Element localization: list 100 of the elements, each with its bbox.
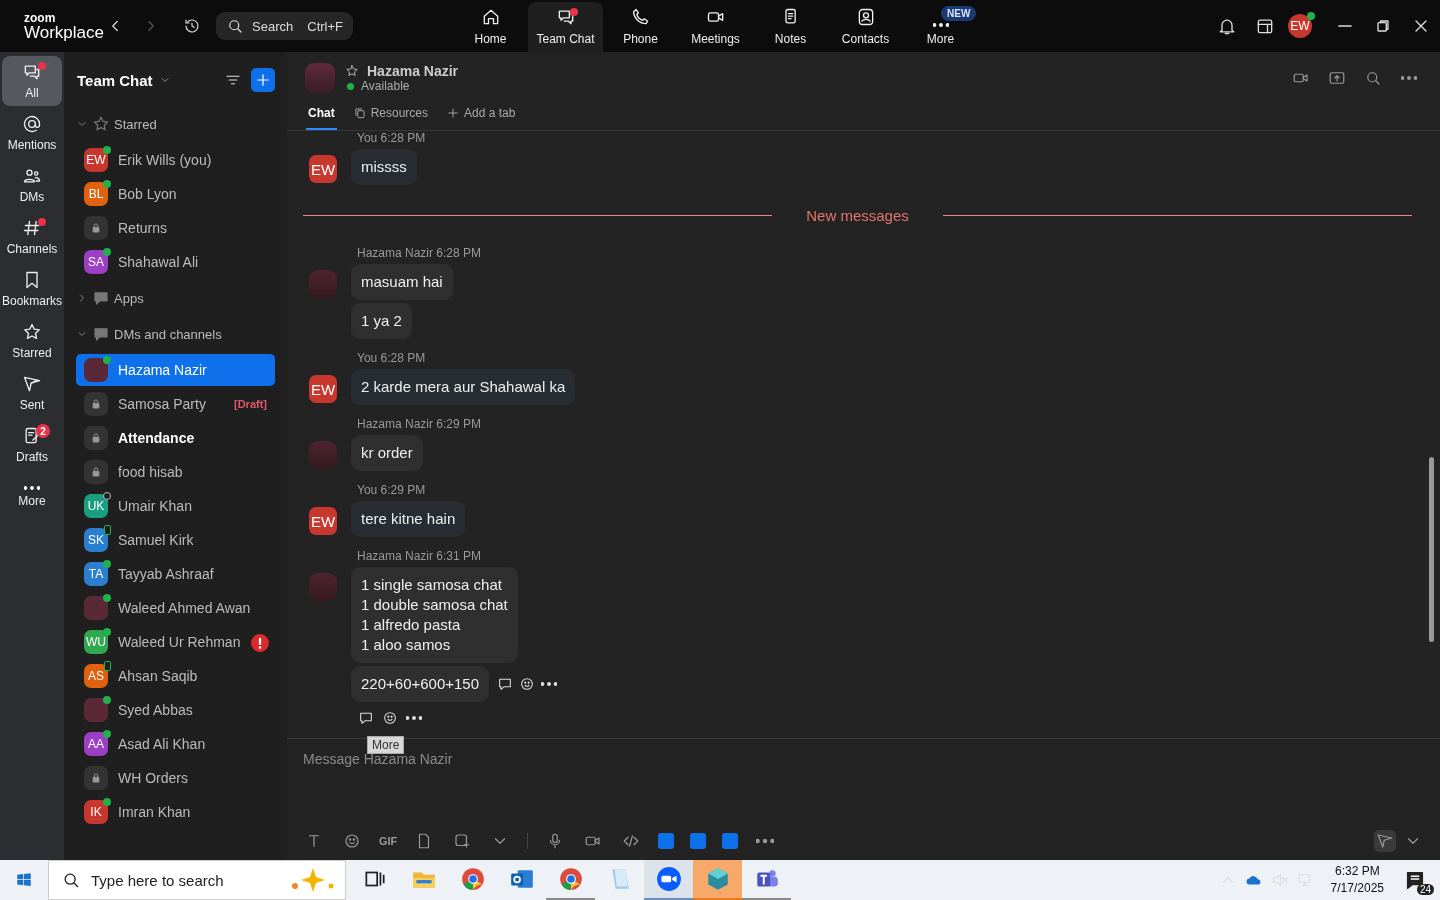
nav-tab[interactable]: NEW More (903, 2, 978, 52)
gif-button[interactable]: GIF (379, 835, 398, 847)
scrollbar-thumb[interactable] (1429, 457, 1434, 642)
minimize-icon (1338, 25, 1352, 27)
avatar: EW (309, 375, 337, 403)
clock-date: 7/17/2025 (1330, 880, 1384, 897)
conversation-item[interactable]: UK Umair Khan (76, 490, 275, 522)
rail-item[interactable]: Sent (2, 368, 62, 418)
conversation-item[interactable]: IK Imran Khan (76, 796, 275, 828)
speech-bubble-icon (92, 325, 110, 343)
rail-item[interactable]: More (2, 472, 62, 522)
photo-placeholder (309, 573, 337, 601)
nav-tab[interactable]: Team Chat (528, 2, 603, 52)
count-badge: 2 (36, 424, 50, 438)
nav-tab[interactable]: Home (453, 2, 528, 52)
section-header[interactable]: DMs and channels (76, 316, 275, 352)
photo-placeholder (305, 63, 335, 93)
react-button[interactable] (519, 676, 536, 692)
add-tab-button[interactable]: Add a tab (444, 98, 518, 130)
star-button[interactable] (345, 64, 359, 78)
rail-item[interactable]: DMs (2, 160, 62, 210)
send-button[interactable] (1374, 830, 1396, 852)
chat-tab[interactable]: Chat (306, 98, 337, 130)
search-field[interactable]: Search Ctrl+F (216, 12, 353, 40)
rail-item[interactable]: Mentions (2, 108, 62, 158)
conversation-item[interactable]: AA Asad Ali Khan (76, 728, 275, 760)
shortcut-label: Ctrl+F (307, 18, 343, 34)
speaker-muted-icon (1270, 871, 1289, 889)
nav-tab[interactable]: Phone (603, 2, 678, 52)
photo-placeholder (309, 270, 337, 298)
conversation-item[interactable]: Waleed Ahmed Awan (76, 592, 275, 624)
avatar: UK (84, 494, 108, 518)
section-header[interactable]: Apps (76, 280, 275, 316)
conversation-item[interactable]: Returns (76, 212, 275, 244)
conversation-item[interactable]: SA Shahawal Ali (76, 246, 275, 278)
rail-item[interactable]: Drafts 2 (2, 420, 62, 470)
account-avatar[interactable]: EW (1288, 14, 1312, 38)
search-icon (226, 17, 244, 35)
conversation-item[interactable]: Samosa Party [Draft] (76, 388, 275, 420)
avatar: AS (84, 664, 108, 688)
tooltip: More (367, 736, 405, 754)
sidebar-title-button[interactable]: Team Chat (77, 71, 171, 89)
speech-bubble-icon (497, 676, 514, 692)
message-bubble: 1 ya 2 (351, 303, 412, 339)
conversation-item[interactable]: food hisab (76, 456, 275, 488)
conversation-item[interactable]: BL Bob Lyon (76, 178, 275, 210)
channel-lock-icon (84, 460, 108, 484)
rail-item[interactable]: Starred (2, 316, 62, 366)
avatar: EW (309, 155, 337, 183)
conversation-item[interactable]: TA Tayyab Ashraaf (76, 558, 275, 590)
channel-lock-icon (84, 392, 108, 416)
rail-item[interactable]: All (2, 56, 62, 106)
conversation-item[interactable]: EW Erik Wills (you) (76, 144, 275, 176)
new-messages-label: New messages (805, 207, 910, 224)
chat-tab[interactable]: Resources (350, 98, 431, 130)
avatar: AA (84, 732, 108, 756)
avatar: IK (84, 800, 108, 824)
react-button[interactable] (382, 710, 398, 726)
conversation-item[interactable]: SK Samuel Kirk (76, 524, 275, 556)
new-badge: NEW (941, 6, 977, 21)
conversation-item[interactable]: WU Waleed Ur Rehman (76, 626, 275, 658)
speech-bubble-icon (358, 710, 374, 726)
search-placeholder: Type here to search (91, 871, 224, 889)
message-bubble: missss (351, 149, 417, 185)
nav-tab[interactable]: Meetings (678, 2, 753, 52)
star-icon (22, 322, 42, 342)
dots-icon (1401, 76, 1417, 80)
conversation-item[interactable]: Syed Abbas (76, 694, 275, 726)
conversation-item[interactable]: WH Orders (76, 762, 275, 794)
reply-button[interactable] (358, 710, 374, 726)
conversation-item[interactable]: Attendance (76, 422, 275, 454)
nav-tab[interactable]: Contacts (828, 2, 903, 52)
reply-button[interactable] (497, 676, 514, 692)
photo-placeholder (309, 441, 337, 469)
speech-bubble-icon (92, 289, 110, 307)
app-icon[interactable] (690, 833, 707, 849)
paper-plane-icon (1376, 832, 1394, 850)
browser-icon (557, 866, 584, 892)
dots-icon (932, 23, 949, 27)
smiley-icon (382, 710, 398, 726)
video-app-icon (655, 866, 682, 892)
logo-text: Workplace (24, 23, 104, 41)
notification-count: 24 (1416, 884, 1434, 895)
plus-icon (254, 71, 272, 89)
message-bubble: masuam hai (351, 264, 453, 300)
paper-plane-icon (22, 374, 42, 394)
search-placeholder: Search (252, 18, 295, 34)
message-bubble: 2 karde mera aur Shahawal ka (351, 369, 576, 405)
nav-tab[interactable]: Notes (753, 2, 828, 52)
rail-item[interactable]: Bookmarks (2, 264, 62, 314)
app-icon[interactable] (722, 833, 739, 849)
rail-item[interactable]: Channels (2, 212, 62, 262)
section-header[interactable]: Starred (76, 106, 275, 142)
app-icon[interactable] (658, 833, 675, 849)
screenshot-icon (453, 832, 472, 850)
conversation-item[interactable]: AS Ahsan Saqib (76, 660, 275, 692)
conversation-item[interactable]: Hazama Nazir (76, 354, 275, 386)
star-icon (92, 115, 110, 133)
new-chat-button[interactable] (251, 68, 275, 92)
taskbar-search-field[interactable]: Type here to search (48, 860, 346, 900)
